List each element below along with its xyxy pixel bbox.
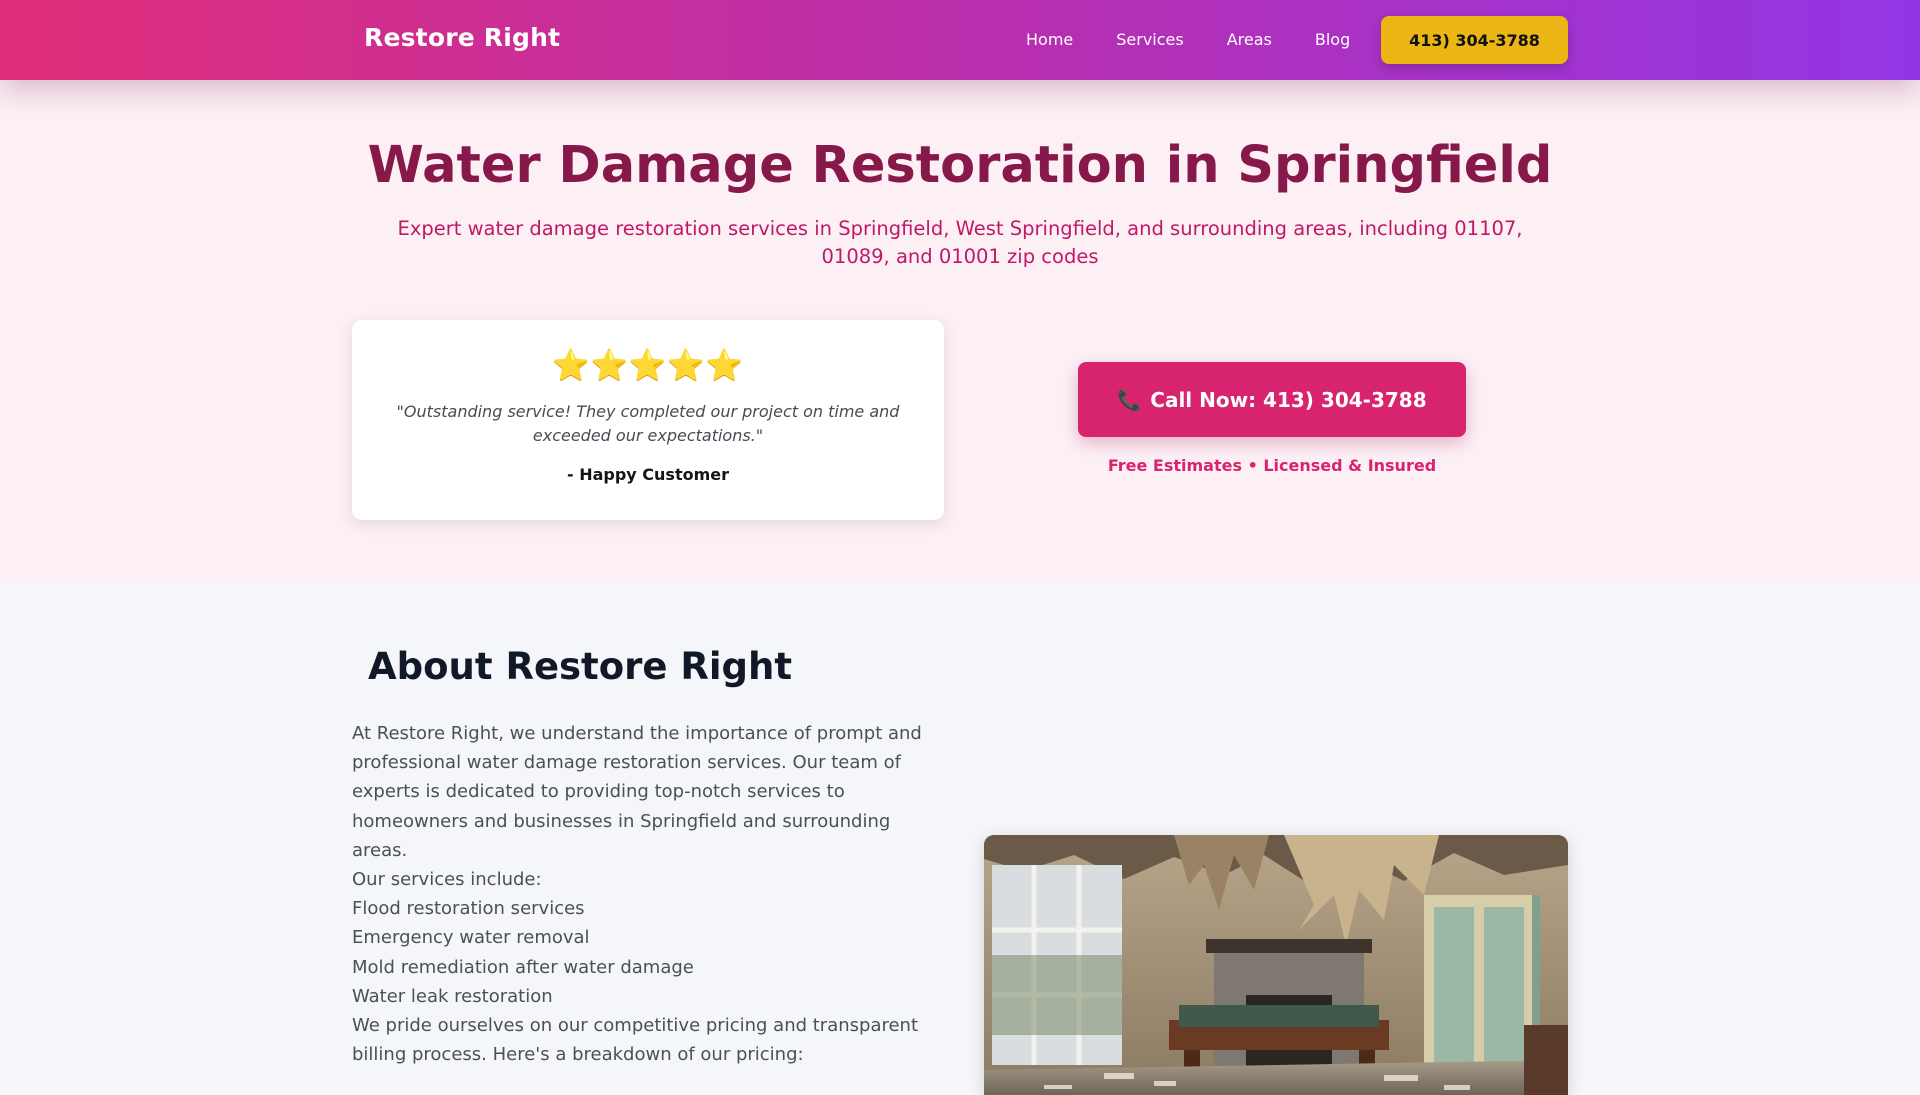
nav-link-home[interactable]: Home — [1026, 30, 1073, 49]
nav-phone-button[interactable]: 413) 304-3788 — [1381, 16, 1568, 64]
top-navbar: Restore Right Home Services Areas Blog 4… — [0, 0, 1920, 80]
list-item: Emergency water removal — [352, 927, 590, 949]
list-item: Flood restoration services — [352, 898, 585, 920]
phone-icon: 📞 — [1117, 387, 1143, 412]
brand-logo[interactable]: Restore Right — [364, 23, 560, 52]
star-rating-icons: ⭐⭐⭐⭐⭐ — [552, 348, 744, 383]
pricing-text: We pride ourselves on our competitive pr… — [352, 1015, 919, 1066]
list-item: Water leak restoration — [352, 985, 553, 1007]
hero-section: Water Damage Restoration in Springfield … — [0, 80, 1920, 583]
water-damaged-room-photo — [984, 835, 1568, 1095]
call-now-button[interactable]: 📞 Call Now: 413) 304-3788 — [1078, 362, 1466, 437]
services-heading: Our services include: — [352, 869, 542, 891]
about-heading: About Restore Right — [368, 645, 793, 688]
hero-subtitle: Expert water damage restoration services… — [397, 217, 1523, 268]
testimonial-quote: "Outstanding service! They completed our… — [396, 402, 900, 445]
assurance-text: Free Estimates • Licensed & Insured — [1107, 456, 1437, 475]
testimonial-card: ⭐⭐⭐⭐⭐ "Outstanding service! They complet… — [352, 320, 944, 520]
about-body: At Restore Right, we understand the impo… — [352, 719, 932, 1069]
nav-link-areas[interactable]: Areas — [1227, 30, 1272, 49]
page-title: Water Damage Restoration in Springfield — [367, 136, 1553, 195]
nav-link-blog[interactable]: Blog — [1315, 30, 1350, 49]
about-section: About Restore Right At Restore Right, we… — [0, 583, 1920, 1095]
about-intro: At Restore Right, we understand the impo… — [352, 723, 922, 861]
testimonial-author: - Happy Customer — [566, 465, 729, 484]
nav-link-services[interactable]: Services — [1116, 30, 1183, 49]
services-list: Flood restoration services Emergency wat… — [352, 894, 932, 1011]
call-now-label: Call Now: 413) 304-3788 — [1150, 387, 1427, 412]
nav-links: Home Services Areas Blog — [1026, 30, 1350, 49]
list-item: Mold remediation after water damage — [352, 956, 694, 978]
